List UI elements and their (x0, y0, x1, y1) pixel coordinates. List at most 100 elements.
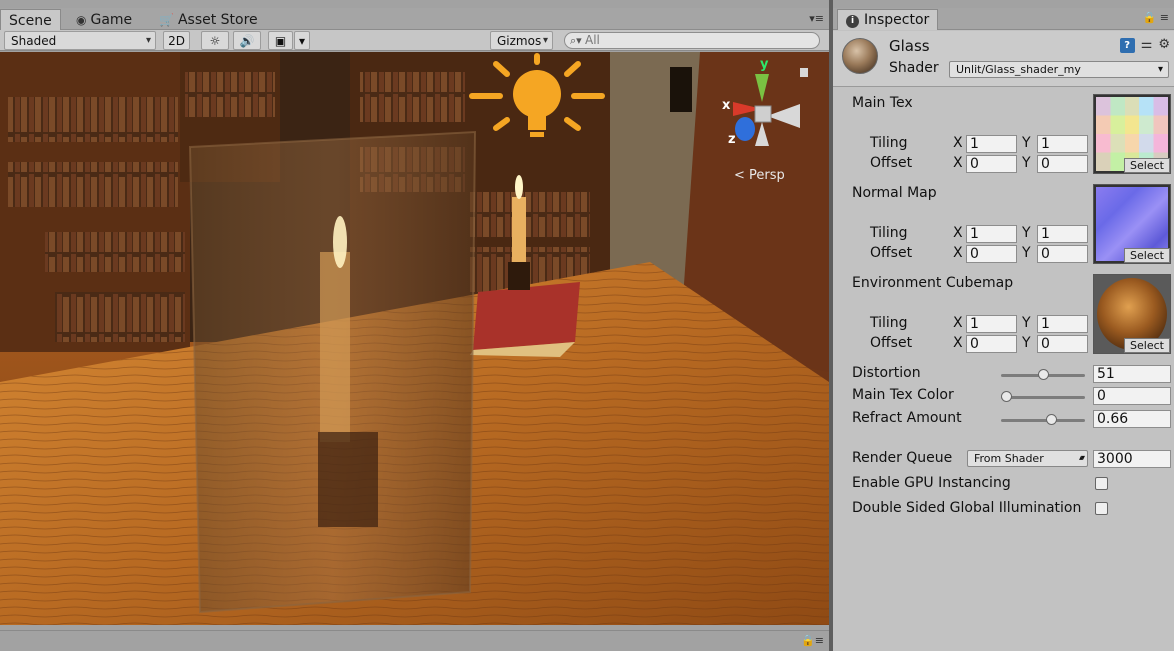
inspector-panel: i Inspector 🔒 ≡ Glass Shader Unlit/Glass_… (833, 8, 1174, 651)
axis-y-label: Y (1022, 315, 1031, 331)
main-tex-offset-label: Offset (870, 155, 913, 171)
gizmos-dropdown[interactable]: Gizmos (490, 31, 553, 50)
render-queue-value[interactable]: 3000 (1093, 450, 1171, 468)
sun-icon: ☼ (209, 34, 221, 48)
distortion-slider-thumb[interactable] (1037, 369, 1049, 380)
tab-asset-store[interactable]: 🛒 Asset Store (151, 9, 266, 30)
lighting-toggle[interactable]: ☼ (201, 31, 229, 50)
axis-x-label: X (953, 225, 963, 241)
gpu-instancing-label: Enable GPU Instancing (852, 475, 1011, 491)
main-tex-slot[interactable]: Select (1093, 94, 1171, 174)
cubemap-offset-y[interactable]: 0 (1037, 335, 1088, 353)
refract-amount-slider-thumb[interactable] (1046, 414, 1058, 425)
refract-amount-slider-track[interactable] (1001, 419, 1085, 422)
render-queue-dropdown[interactable]: From Shader (967, 450, 1088, 467)
main-tex-color-value[interactable]: 0 (1093, 387, 1171, 405)
normal-map-slot[interactable]: Select (1093, 184, 1171, 264)
normal-map-offset-label: Offset (870, 245, 913, 261)
lock-icon (800, 68, 808, 77)
shader-dropdown[interactable]: Unlit/Glass_shader_my (949, 61, 1169, 78)
refract-amount-value[interactable]: 0.66 (1093, 410, 1171, 428)
header-icons: ? ⚌ ⚙ (1119, 37, 1170, 53)
normal-map-tiling-x[interactable]: 1 (966, 225, 1017, 243)
cubemap-tiling-x[interactable]: 1 (966, 315, 1017, 333)
normal-map-tiling-label: Tiling (870, 225, 908, 241)
axis-y-label: Y (1022, 135, 1031, 151)
double-sided-gi-checkbox[interactable] (1095, 502, 1108, 515)
light-bulb-icon[interactable] (462, 52, 612, 152)
inspector-tabbar: i Inspector 🔒 ≡ (833, 8, 1174, 30)
tab-inspector[interactable]: i Inspector (837, 9, 939, 30)
persp-arrow-icon: < (734, 168, 745, 183)
scene-toolbar: Shaded 2D ☼ 🔊 ▣ ▾ Gizmos ⌕▾ All (0, 30, 830, 51)
normal-map-offset-x[interactable]: 0 (966, 245, 1017, 263)
axis-y-label: Y (1022, 155, 1031, 171)
cubemap-tiling-y[interactable]: 1 (1037, 315, 1088, 333)
axis-y-label: Y (1022, 335, 1031, 351)
cubemap-label: Environment Cubemap (852, 275, 1014, 291)
effects-toggle[interactable]: ▣ (268, 31, 293, 50)
scene-tabbar: Scene ◉ Game 🛒 Asset Store ▾≡ (0, 8, 830, 30)
double-sided-gi-label: Double Sided Global Illumination (852, 500, 1082, 516)
tab-scene[interactable]: Scene (0, 9, 61, 30)
cubemap-select-button[interactable]: Select (1124, 338, 1170, 353)
lock-icon[interactable]: 🔒 ≡ (1143, 11, 1169, 24)
main-tex-offset-x[interactable]: 0 (966, 155, 1017, 173)
material-name: Glass (889, 37, 930, 55)
refract-amount-label: Refract Amount (852, 410, 962, 426)
gear-icon[interactable]: ⚙ (1158, 37, 1170, 52)
image-icon: ▣ (274, 34, 287, 48)
audio-toggle[interactable]: 🔊 (233, 31, 261, 50)
scene-viewport[interactable]: y x z < Persp (0, 52, 829, 625)
lock-icon[interactable]: 🔒≡ (801, 634, 824, 647)
gpu-instancing-checkbox[interactable] (1095, 477, 1108, 490)
material-header: Glass Shader Unlit/Glass_shader_my ? ⚌ ⚙ (833, 31, 1174, 87)
help-icon[interactable]: ? (1119, 38, 1135, 53)
main-tex-tiling-label: Tiling (870, 135, 908, 151)
main-tex-label: Main Tex (852, 95, 913, 111)
main-tex-tiling-x[interactable]: 1 (966, 135, 1017, 153)
preset-icon[interactable]: ⚌ (1141, 37, 1153, 52)
tab-asset-store-label: Asset Store (177, 12, 258, 28)
effects-dropdown[interactable]: ▾ (294, 31, 310, 50)
main-tex-offset-y[interactable]: 0 (1037, 155, 1088, 173)
axis-y-label: Y (1022, 245, 1031, 261)
main-tex-select-button[interactable]: Select (1124, 158, 1170, 173)
search-input[interactable]: ⌕▾ All (564, 32, 820, 49)
axis-x-label: X (953, 245, 963, 261)
draw-mode-label: Shaded (11, 34, 57, 48)
info-icon: i (846, 15, 859, 28)
unity-editor: Scene ◉Game 🛒Asset Store ▾≡ Shaded 2D ☼ … (0, 0, 1174, 651)
main-tex-color-label: Main Tex Color (852, 387, 954, 403)
persp-label[interactable]: < Persp (734, 168, 785, 183)
main-tex-color-slider-track[interactable] (1001, 396, 1085, 399)
axis-x-label: X (953, 135, 963, 151)
distortion-value[interactable]: 51 (1093, 365, 1171, 383)
shader-label: Shader (889, 60, 939, 76)
cubemap-offset-label: Offset (870, 335, 913, 351)
axis-x-label: X (953, 155, 963, 171)
normal-map-offset-y[interactable]: 0 (1037, 245, 1088, 263)
normal-map-select-button[interactable]: Select (1124, 248, 1170, 263)
distortion-label: Distortion (852, 365, 921, 381)
scene-panel: Scene ◉Game 🛒Asset Store ▾≡ Shaded 2D ☼ … (0, 0, 830, 651)
asset-store-icon: 🛒 (159, 13, 174, 27)
scene-render (0, 52, 829, 625)
chevron-down-icon: ▾ (298, 34, 306, 48)
cubemap-slot[interactable]: Select (1093, 274, 1171, 354)
shader-value: Unlit/Glass_shader_my (956, 63, 1081, 76)
tab-options-icon[interactable]: ▾≡ (809, 12, 824, 25)
axis-y-label: y (760, 57, 769, 72)
mode-2d-button[interactable]: 2D (163, 31, 190, 50)
axis-z-label: z (728, 132, 736, 147)
main-tex-color-slider-thumb[interactable] (1001, 391, 1012, 402)
search-icon: ⌕▾ (570, 34, 582, 47)
main-tex-tiling-y[interactable]: 1 (1037, 135, 1088, 153)
tab-game[interactable]: ◉ Game (68, 9, 140, 30)
cubemap-offset-x[interactable]: 0 (966, 335, 1017, 353)
material-preview-icon (842, 38, 878, 74)
persp-text: Persp (749, 168, 785, 183)
tab-inspector-label: Inspector (864, 12, 930, 28)
normal-map-tiling-y[interactable]: 1 (1037, 225, 1088, 243)
draw-mode-dropdown[interactable]: Shaded (4, 31, 156, 50)
